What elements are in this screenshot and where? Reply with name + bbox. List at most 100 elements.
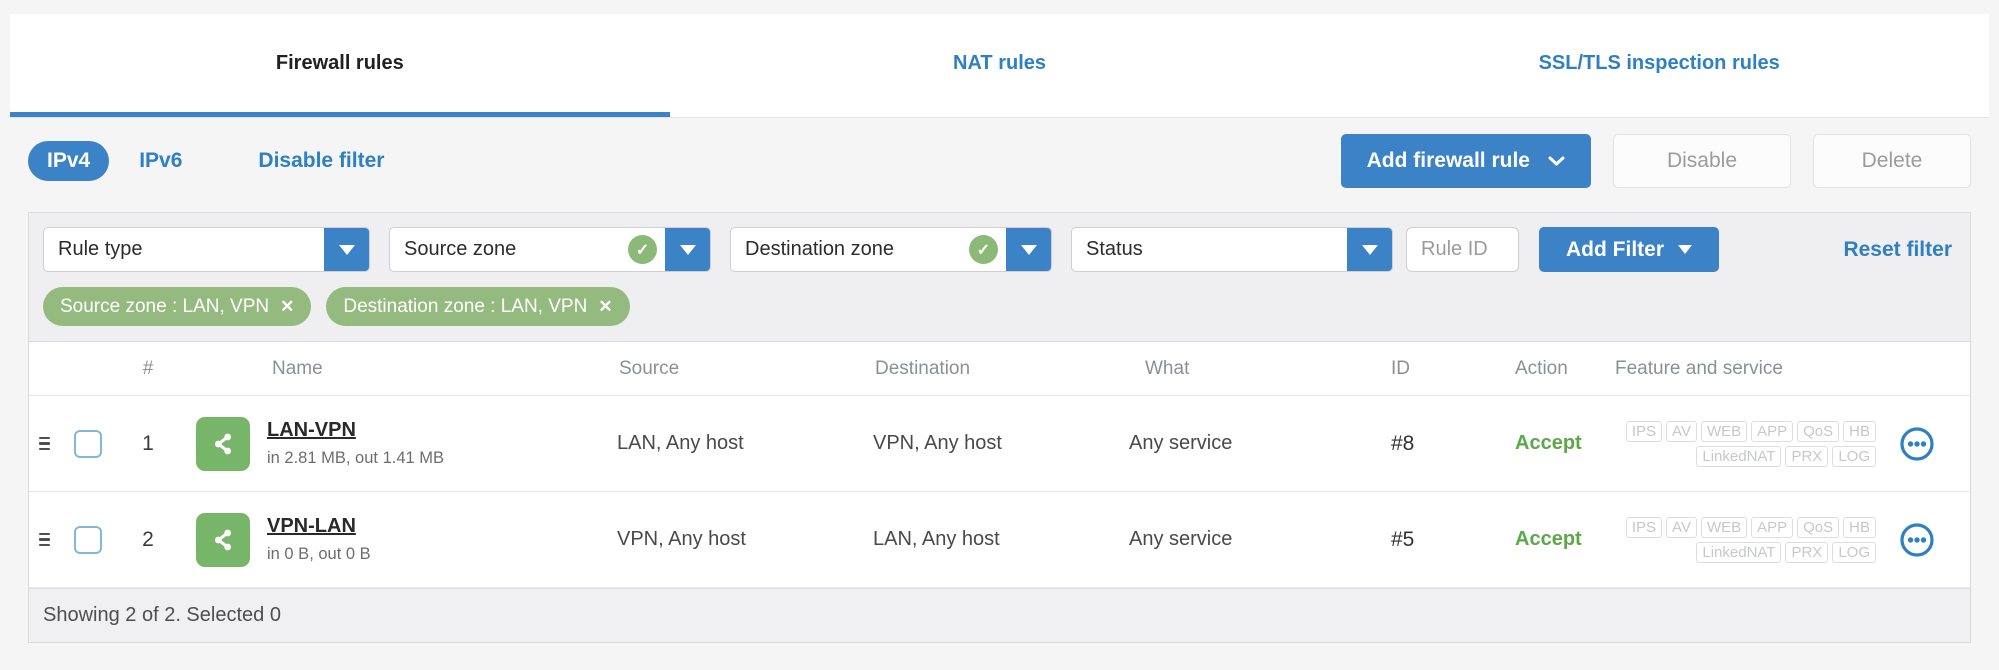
dropdown-arrow-button[interactable] — [1347, 228, 1392, 271]
add-firewall-rule-button[interactable]: Add firewall rule — [1340, 134, 1591, 188]
delete-button[interactable]: Delete — [1813, 134, 1971, 188]
badge-linkednat: LinkedNAT — [1696, 445, 1782, 467]
badge-ips: IPS — [1625, 516, 1663, 538]
triangle-down-icon — [1020, 244, 1037, 255]
add-firewall-rule-label: Add firewall rule — [1366, 149, 1530, 172]
check-circle-icon: ✓ — [628, 235, 657, 264]
firewall-rules-table: # Name Source Destination What ID Action… — [28, 341, 1971, 643]
rule-type-select[interactable]: Rule type — [43, 227, 370, 272]
badge-web: WEB — [1700, 516, 1748, 538]
filter-panel: Rule type Source zone ✓ Destination zone… — [28, 212, 1971, 341]
badge-qos: QoS — [1797, 420, 1840, 442]
chevron-down-icon — [1548, 156, 1565, 166]
header-id: ID — [1391, 357, 1410, 379]
drag-handle[interactable] — [29, 436, 59, 451]
badge-app: APP — [1751, 420, 1794, 442]
add-filter-label: Add Filter — [1566, 237, 1664, 261]
rule-name-link[interactable]: LAN-VPN — [267, 419, 356, 442]
rule-what: Any service — [1129, 432, 1233, 454]
rule-destination: VPN, Any host — [873, 432, 1002, 454]
table-footer: Showing 2 of 2. Selected 0 — [29, 588, 1970, 642]
rule-id: #5 — [1391, 527, 1415, 551]
row-index: 2 — [142, 527, 154, 551]
header-name: Name — [272, 357, 323, 379]
row-checkbox[interactable] — [74, 525, 102, 554]
tab-nat-rules[interactable]: NAT rules — [670, 14, 1330, 117]
more-options-icon[interactable] — [1899, 426, 1935, 462]
share-rule-icon — [196, 512, 250, 567]
table-row: 1 LAN-VPN in 2.81 MB, out 1.41 MB LAN, A… — [29, 396, 1970, 492]
badge-hb: HB — [1843, 516, 1876, 538]
badge-web: WEB — [1700, 420, 1748, 442]
dropdown-arrow-button[interactable] — [1006, 228, 1051, 271]
dropdown-arrow-button[interactable] — [665, 228, 710, 271]
ipv6-toggle[interactable]: IPv6 — [139, 149, 182, 173]
triangle-down-icon — [338, 244, 355, 255]
badge-ips: IPS — [1625, 420, 1663, 442]
rule-name-link[interactable]: VPN-LAN — [267, 515, 356, 538]
tab-ssl-tls-inspection-rules[interactable]: SSL/TLS inspection rules — [1329, 14, 1989, 117]
row-index: 1 — [142, 431, 154, 455]
header-number: # — [142, 357, 154, 379]
rule-id-input[interactable] — [1406, 227, 1519, 272]
rule-traffic: in 0 B, out 0 B — [267, 545, 371, 563]
toolbar-actions: Add firewall rule Disable Delete — [1340, 134, 1971, 188]
rule-action: Accept — [1515, 528, 1582, 550]
reset-filter-link[interactable]: Reset filter — [1843, 238, 1952, 262]
toolbar: IPv4 IPv6 Disable filter Add firewall ru… — [28, 134, 1971, 188]
feature-badges: IPS AV WEB APP QoS HB LinkedNAT PRX LOG — [1613, 420, 1896, 467]
showing-status-text: Showing 2 of 2. Selected 0 — [43, 604, 281, 626]
check-circle-icon: ✓ — [969, 235, 998, 264]
table-header: # Name Source Destination What ID Action… — [29, 342, 1970, 396]
rule-type-label: Rule type — [58, 238, 143, 260]
triangle-down-icon — [1678, 245, 1692, 254]
row-checkbox[interactable] — [74, 429, 102, 458]
badge-linkednat: LinkedNAT — [1696, 541, 1782, 563]
header-destination: Destination — [875, 357, 971, 379]
rule-destination: LAN, Any host — [873, 528, 1000, 550]
triangle-down-icon — [1361, 244, 1378, 255]
disable-filter-link[interactable]: Disable filter — [258, 149, 384, 173]
badge-av: AV — [1666, 420, 1697, 442]
badge-prx: PRX — [1785, 541, 1829, 563]
chip-label: Destination zone : LAN, VPN — [343, 295, 588, 317]
status-select[interactable]: Status — [1071, 227, 1393, 272]
header-what: What — [1145, 357, 1190, 379]
filter-chips-row: Source zone : LAN, VPN ✕ Destination zon… — [43, 287, 1956, 341]
badge-log: LOG — [1832, 445, 1876, 467]
dropdown-arrow-button[interactable] — [324, 228, 369, 271]
disable-button[interactable]: Disable — [1613, 134, 1791, 188]
chip-destination-zone[interactable]: Destination zone : LAN, VPN ✕ — [326, 287, 630, 326]
destination-zone-label: Destination zone — [745, 238, 894, 260]
badge-hb: HB — [1843, 420, 1876, 442]
rule-action: Accept — [1515, 432, 1582, 454]
rule-source: LAN, Any host — [617, 432, 744, 454]
header-action: Action — [1515, 357, 1568, 379]
source-zone-select[interactable]: Source zone ✓ — [389, 227, 711, 272]
rule-what: Any service — [1129, 528, 1233, 550]
chip-label: Source zone : LAN, VPN — [60, 295, 270, 317]
chip-remove-icon[interactable]: ✕ — [280, 297, 294, 317]
header-feature-and-service: Feature and service — [1615, 357, 1783, 379]
rule-id: #8 — [1391, 431, 1415, 455]
tab-firewall-rules[interactable]: Firewall rules — [10, 14, 670, 117]
header-source: Source — [619, 357, 680, 379]
rule-source: VPN, Any host — [617, 528, 746, 550]
status-label: Status — [1086, 238, 1143, 260]
drag-handle[interactable] — [29, 532, 59, 547]
more-options-icon[interactable] — [1899, 522, 1935, 558]
badge-app: APP — [1751, 516, 1794, 538]
share-rule-icon — [196, 416, 250, 471]
triangle-down-icon — [679, 244, 696, 255]
add-filter-button[interactable]: Add Filter — [1539, 227, 1719, 272]
filter-row: Rule type Source zone ✓ Destination zone… — [43, 227, 1956, 272]
badge-av: AV — [1666, 516, 1697, 538]
table-row: 2 VPN-LAN in 0 B, out 0 B VPN, Any host … — [29, 492, 1970, 588]
ipv4-toggle[interactable]: IPv4 — [28, 141, 110, 181]
destination-zone-select[interactable]: Destination zone ✓ — [730, 227, 1052, 272]
badge-prx: PRX — [1785, 445, 1829, 467]
badge-qos: QoS — [1797, 516, 1840, 538]
chip-source-zone[interactable]: Source zone : LAN, VPN ✕ — [43, 287, 312, 326]
chip-remove-icon[interactable]: ✕ — [598, 297, 612, 317]
badge-log: LOG — [1832, 541, 1876, 563]
